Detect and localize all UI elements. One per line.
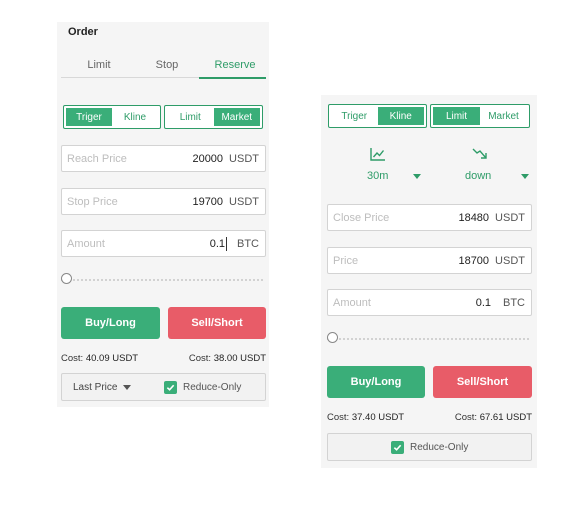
amount-placeholder: Amount [67,237,105,250]
amount-field[interactable]: Amount 0.1 BTC [61,230,266,257]
slider-handle[interactable] [61,273,72,284]
amount-value: 0.1 [475,296,491,309]
toggle-triger[interactable]: Triger [66,108,112,126]
sell-cost-value: 38.00 USDT [213,353,266,364]
sell-cost: Cost: 38.00 USDT [189,353,266,364]
trigger-type-toggle: Triger Kline [328,104,427,128]
order-options-bar: Reduce-Only [327,433,532,461]
stop-price-unit: USDT [229,195,259,208]
sell-short-button[interactable]: Sell/Short [433,366,532,398]
price-type-toggle: Limit Market [430,104,530,128]
reduce-only-checkbox[interactable] [164,381,177,394]
tab-reserve[interactable]: Reserve [203,59,267,71]
interval-select[interactable]: 30m [361,147,431,187]
buy-cost-label: Cost: [327,412,350,423]
amount-unit: BTC [503,296,525,309]
amount-field[interactable]: Amount 0.1 BTC [327,289,532,316]
amount-unit: BTC [237,237,259,250]
stop-price-field[interactable]: Stop Price 19700 USDT [61,188,266,215]
chevron-down-icon [123,384,132,390]
tab-limit[interactable]: Limit [75,59,123,71]
price-source-value: Last Price [73,382,118,393]
buy-cost-label: Cost: [61,353,84,364]
buy-cost: Cost: 40.09 USDT [61,353,138,364]
reduce-only-label: Reduce-Only [410,442,469,453]
reach-price-unit: USDT [229,152,259,165]
buy-long-button[interactable]: Buy/Long [61,307,160,339]
order-type-tabs: Limit Stop Reserve [61,56,267,79]
close-price-placeholder: Close Price [333,211,390,224]
amount-slider[interactable] [327,332,529,344]
trigger-type-toggle: Triger Kline [63,105,161,129]
amount-value: 0.1 [209,237,225,250]
buy-cost-value: 37.40 USDT [351,412,405,423]
price-value: 18700 [458,254,490,267]
reach-price-value: 20000 [192,152,224,165]
sell-cost-label: Cost: [188,353,212,364]
line-chart-icon [370,148,385,161]
toggle-triger[interactable]: Triger [331,107,378,125]
tab-stop[interactable]: Stop [143,59,191,71]
trend-down-icon [472,148,487,159]
direction-value: down [465,170,492,182]
close-price-unit: USDT [495,211,525,224]
check-icon [393,444,402,451]
buy-cost-value: 40.09 USDT [85,353,139,364]
order-panel-right: Triger Kline Limit Market 30m down Close… [321,95,537,468]
slider-track [61,279,263,281]
toggle-limit[interactable]: Limit [433,107,480,125]
order-panel-left: Order Limit Stop Reserve Triger Kline Li… [57,22,269,407]
toggle-kline[interactable]: Kline [112,108,158,126]
price-type-toggle: Limit Market [164,105,263,129]
price-field[interactable]: Price 18700 USDT [327,247,532,274]
close-price-value: 18480 [458,211,490,224]
check-icon [166,384,175,391]
close-price-field[interactable]: Close Price 18480 USDT [327,204,532,231]
sell-cost-value: 67.61 USDT [479,412,532,423]
buy-cost: Cost: 37.40 USDT [327,412,404,423]
toggle-market[interactable]: Market [480,107,527,125]
sell-short-button[interactable]: Sell/Short [168,307,266,339]
sell-cost: Cost: 67.61 USDT [455,412,532,423]
toggle-limit[interactable]: Limit [167,108,214,126]
toggle-market[interactable]: Market [213,108,260,126]
sell-cost-label: Cost: [454,412,478,423]
reduce-only-label: Reduce-Only [183,382,242,393]
price-unit: USDT [495,254,525,267]
active-tab-underline [199,77,266,79]
buy-long-button[interactable]: Buy/Long [327,366,425,398]
chevron-down-icon [521,174,529,179]
interval-value: 30m [367,170,389,182]
slider-track [327,338,529,340]
amount-placeholder: Amount [333,296,371,309]
stop-price-placeholder: Stop Price [67,195,118,208]
reach-price-placeholder: Reach Price [67,152,127,165]
reduce-only-checkbox[interactable] [391,441,404,454]
direction-select[interactable]: down [461,147,531,187]
price-placeholder: Price [333,254,359,267]
toggle-kline[interactable]: Kline [377,107,424,125]
order-options-bar: Last Price Reduce-Only [61,373,266,401]
stop-price-value: 19700 [192,195,224,208]
slider-handle[interactable] [327,332,338,343]
reach-price-field[interactable]: Reach Price 20000 USDT [61,145,266,172]
chevron-down-icon [413,174,421,179]
amount-slider[interactable] [61,273,263,285]
order-title: Order [68,26,98,38]
price-source-select[interactable]: Last Price [73,382,132,393]
